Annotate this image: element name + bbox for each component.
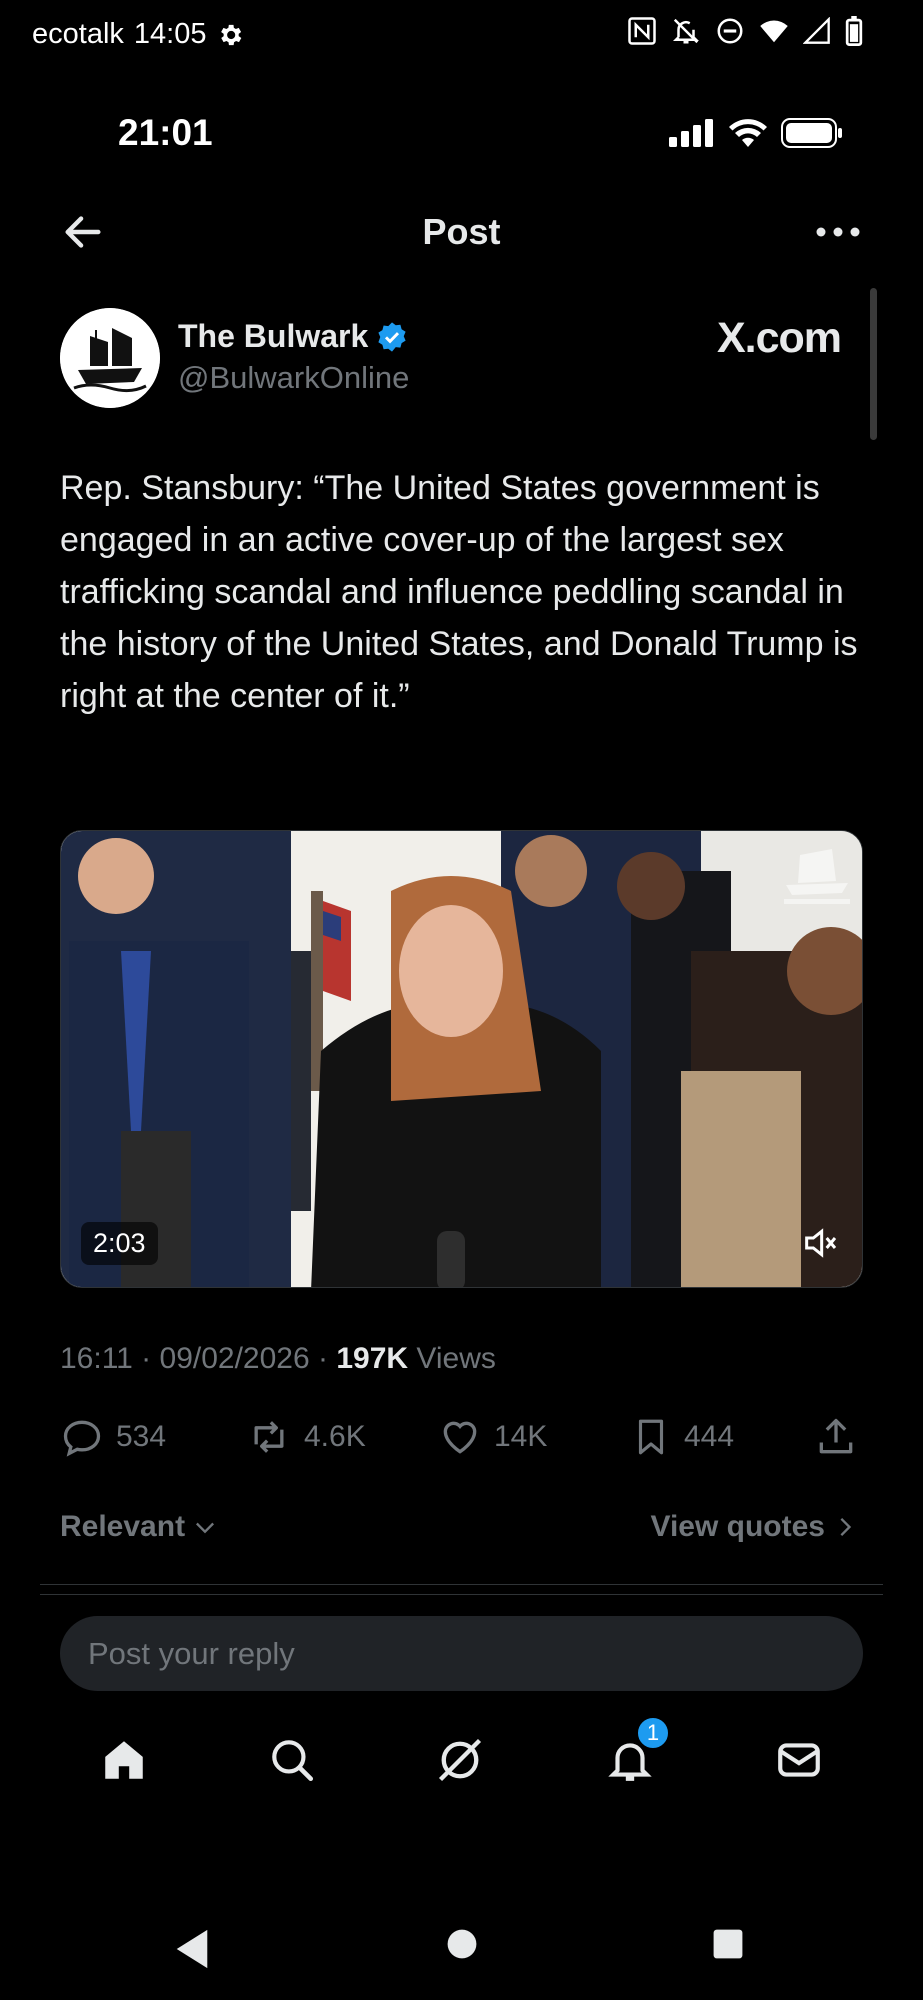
post-header: Post xyxy=(0,195,923,267)
more-horizontal-icon xyxy=(816,227,860,237)
view-quotes-label: View quotes xyxy=(650,1510,826,1543)
system-status-bar: ecotalk 14:05 xyxy=(0,0,923,72)
more-options-button[interactable] xyxy=(813,209,863,255)
post-text: Rep. Stansbury: “The United States gover… xyxy=(60,469,858,715)
author-handle[interactable]: @BulwarkOnline xyxy=(178,360,409,396)
like-button[interactable]: 14K xyxy=(438,1415,547,1459)
status-right xyxy=(627,16,863,46)
video-frame-image xyxy=(61,831,862,1287)
repost-icon xyxy=(254,1421,284,1453)
scrollbar[interactable] xyxy=(870,288,877,440)
battery-icon xyxy=(845,16,863,46)
system-navigation-bar xyxy=(0,1910,923,1990)
search-icon xyxy=(272,1740,314,1782)
reply-composer[interactable] xyxy=(60,1616,863,1691)
tab-search[interactable] xyxy=(262,1730,322,1790)
system-time: 14:05 xyxy=(133,18,207,50)
author-name[interactable]: The Bulwark xyxy=(178,318,368,355)
tab-home[interactable] xyxy=(94,1730,154,1790)
home-icon xyxy=(105,1741,143,1779)
ios-time: 21:01 xyxy=(118,112,213,153)
settings-gear-icon xyxy=(221,24,242,45)
verified-badge-icon xyxy=(378,321,406,352)
tab-messages[interactable] xyxy=(769,1730,829,1790)
wifi-icon xyxy=(760,20,788,43)
post-meta: 16:11 · 09/02/2026 · 197K Views xyxy=(60,1342,496,1376)
author-name-row[interactable]: The Bulwark xyxy=(178,318,408,355)
envelope-icon xyxy=(778,1743,820,1777)
nav-back-icon[interactable] xyxy=(172,1928,212,1970)
notifications-badge: 1 xyxy=(636,1716,670,1750)
status-left: ecotalk 14:05 xyxy=(32,18,244,51)
author-avatar[interactable] xyxy=(60,308,160,408)
video-player[interactable]: 2:03 xyxy=(60,830,863,1288)
bookmark-count: 444 xyxy=(684,1420,735,1453)
nav-recents-icon[interactable] xyxy=(712,1928,744,1960)
action-bar: 534 4.6K 14K 444 xyxy=(60,1415,863,1465)
carrier-label: ecotalk xyxy=(32,18,124,50)
reply-bubble-icon xyxy=(63,1420,101,1457)
divider xyxy=(40,1594,883,1595)
share-upload-icon xyxy=(819,1418,853,1454)
view-quotes-link[interactable]: View quotes xyxy=(651,1510,858,1544)
dnd-icon xyxy=(717,18,743,44)
bookmark-button[interactable]: 444 xyxy=(630,1415,734,1459)
sort-relevant-dropdown[interactable]: Relevant xyxy=(60,1510,219,1544)
site-label: X.com xyxy=(716,314,842,362)
mute-button[interactable] xyxy=(800,1223,840,1263)
like-count: 14K xyxy=(494,1420,548,1453)
signal-bars-icon xyxy=(669,119,713,147)
reply-count: 534 xyxy=(116,1420,167,1453)
nav-home-icon[interactable] xyxy=(446,1928,478,1960)
video-duration: 2:03 xyxy=(81,1222,158,1265)
ios-status-icons xyxy=(669,118,843,148)
volume-mute-icon xyxy=(805,1228,837,1258)
divider xyxy=(40,1584,883,1585)
nfc-icon xyxy=(628,17,656,45)
cell-signal-icon xyxy=(803,17,830,44)
chevron-right-icon xyxy=(840,1518,852,1536)
bulwark-watermark-icon xyxy=(780,845,854,907)
heart-icon xyxy=(443,1421,477,1454)
mute-bell-icon xyxy=(672,18,700,44)
chevron-down-icon xyxy=(196,1522,215,1534)
bottom-tab-bar: 1 xyxy=(0,1716,923,1810)
battery-icon xyxy=(781,118,842,148)
wifi-icon xyxy=(729,119,767,147)
views-count: 197K xyxy=(336,1342,409,1375)
repost-count: 4.6K xyxy=(304,1420,366,1453)
share-button[interactable] xyxy=(814,1415,858,1459)
tab-notifications[interactable]: 1 xyxy=(600,1716,670,1790)
repost-button[interactable]: 4.6K xyxy=(246,1415,366,1459)
views-label: Views xyxy=(408,1342,496,1375)
ship-logo-icon xyxy=(60,308,160,408)
tab-grok[interactable] xyxy=(430,1730,490,1790)
reply-input[interactable] xyxy=(60,1616,863,1691)
sort-label: Relevant xyxy=(60,1510,186,1543)
grok-icon xyxy=(438,1738,482,1782)
page-title: Post xyxy=(422,211,501,252)
post-timestamp[interactable]: 16:11 · 09/02/2026 · xyxy=(60,1342,336,1375)
reply-button[interactable]: 534 xyxy=(60,1415,166,1459)
bookmark-icon xyxy=(638,1419,664,1455)
